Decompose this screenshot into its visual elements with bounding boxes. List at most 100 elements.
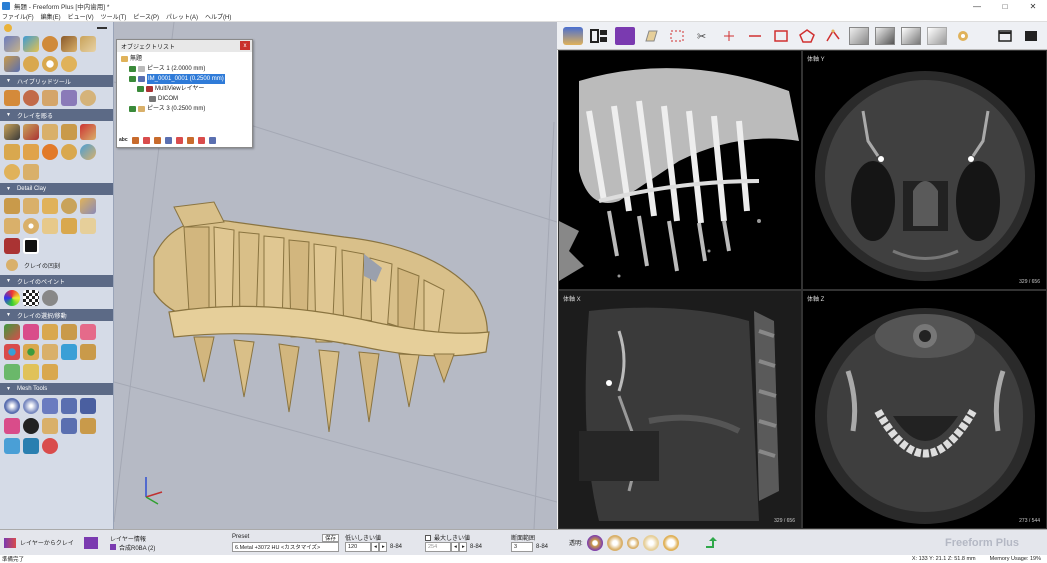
snap-tool-icon[interactable] xyxy=(23,364,39,380)
frame-tool-icon[interactable] xyxy=(23,238,39,254)
palette-minimize-icon[interactable] xyxy=(97,27,107,29)
mesh-cut-icon[interactable] xyxy=(80,418,96,434)
wave-tool-icon[interactable] xyxy=(4,36,20,52)
list-tool-icon[interactable] xyxy=(186,136,194,144)
grid-tool-icon[interactable] xyxy=(80,218,96,234)
checker-tool-icon[interactable] xyxy=(23,290,39,306)
ball-texture-icon[interactable] xyxy=(23,218,39,234)
sagittal-view-label[interactable]: 体軸 X xyxy=(563,294,581,303)
deflate-tool-icon[interactable] xyxy=(61,144,77,160)
close-button[interactable]: ✕ xyxy=(1019,0,1047,12)
axial-ct-view[interactable]: 体軸 Y 329 / 656 xyxy=(802,50,1047,290)
sphere-tool-icon[interactable] xyxy=(23,56,39,72)
knife-tool-icon[interactable] xyxy=(61,36,77,52)
window-view-icon[interactable] xyxy=(995,27,1015,45)
low-threshold-down-button[interactable]: ◂ xyxy=(371,542,379,552)
apply-button[interactable] xyxy=(697,536,727,550)
moon-tool-icon[interactable] xyxy=(61,198,77,214)
person-tool-icon[interactable] xyxy=(563,26,583,45)
coronal-ct-view[interactable]: 体軸 Z 273 / 544 xyxy=(802,290,1047,529)
preset-save-button[interactable]: 保存 xyxy=(321,533,339,542)
extrude-tool-icon[interactable] xyxy=(4,364,20,380)
export-layer-icon[interactable] xyxy=(927,26,947,45)
ring-tool-icon[interactable] xyxy=(42,56,58,72)
menu-view[interactable]: ビュー(V) xyxy=(68,12,94,21)
tree-item-piece3[interactable]: ピース 3 (0.2500 mm) xyxy=(121,104,248,114)
maximize-button[interactable]: □ xyxy=(991,0,1019,12)
polygon-icon[interactable] xyxy=(797,27,817,45)
cube-fill-icon[interactable] xyxy=(23,164,39,180)
lasso-tool-icon[interactable] xyxy=(23,324,39,340)
list-tool-icon[interactable] xyxy=(164,136,172,144)
mesh-paint-icon[interactable] xyxy=(4,418,20,434)
deform-tool-icon[interactable] xyxy=(80,344,96,360)
layer-stack-button[interactable] xyxy=(80,532,106,554)
layer-to-clay-button[interactable]: レイヤーからクレイ xyxy=(0,532,80,554)
hybrid-layer-icon[interactable] xyxy=(42,90,58,106)
fullscreen-icon[interactable] xyxy=(1021,27,1041,45)
transparency-mid-icon[interactable] xyxy=(626,536,639,549)
carve-tool-icon[interactable] xyxy=(4,124,20,140)
stamp-tool-icon[interactable] xyxy=(42,198,58,214)
mesh-boolean-icon[interactable] xyxy=(23,418,39,434)
detail-tool-icon[interactable] xyxy=(23,198,39,214)
mesh-decimate-icon[interactable] xyxy=(80,398,96,414)
tree-item-im0001[interactable]: IM_0001_0001 (0.2500 mm) xyxy=(121,74,248,84)
swirl-tool-icon[interactable] xyxy=(61,56,77,72)
brush-tool-icon[interactable] xyxy=(80,36,96,52)
hand-tool-icon[interactable] xyxy=(4,56,20,72)
section-mesh-tools[interactable]: ▼ Mesh Tools xyxy=(0,383,113,395)
mesh-smooth-icon[interactable] xyxy=(23,398,39,414)
raise-tool-icon[interactable] xyxy=(61,124,77,140)
mesh-text-icon[interactable] xyxy=(23,438,39,454)
rectangle-icon[interactable] xyxy=(771,27,791,45)
crosshair-icon[interactable] xyxy=(719,27,739,45)
clay-emboss-row[interactable]: クレイの凹刻 xyxy=(0,256,113,274)
select-tool-icon[interactable] xyxy=(4,324,20,340)
mesh-hand-icon[interactable] xyxy=(4,438,20,454)
paint-palette-icon[interactable] xyxy=(4,290,20,306)
smooth-tool-icon[interactable] xyxy=(4,144,20,160)
eye-icon[interactable] xyxy=(129,76,136,82)
brick-tool-icon[interactable] xyxy=(61,218,77,234)
abc-icon[interactable]: abc xyxy=(119,137,128,143)
section-carve-clay[interactable]: ▼ クレイを彫る xyxy=(0,109,113,121)
rect-select-icon[interactable] xyxy=(667,27,687,45)
high-threshold-input[interactable]: 254 xyxy=(425,542,451,552)
menu-tools[interactable]: ツール(T) xyxy=(101,12,127,21)
bulge-tool-icon[interactable] xyxy=(23,144,39,160)
sagittal-ct-view[interactable]: 体軸 X 329 / 656 xyxy=(558,290,802,529)
transparency-low-icon[interactable] xyxy=(642,534,659,551)
menu-palette[interactable]: パレット(A) xyxy=(166,12,198,21)
mesh-plane-icon[interactable] xyxy=(61,418,77,434)
menu-help[interactable]: ヘルプ(H) xyxy=(205,12,231,21)
globe-tool-icon[interactable] xyxy=(42,36,58,52)
emboss-tool-icon[interactable] xyxy=(4,198,20,214)
tree-root[interactable]: 無題 xyxy=(121,54,248,64)
slice-range-input[interactable]: 3 xyxy=(511,542,533,552)
section-detail-clay[interactable]: ▼ Detail Clay xyxy=(0,183,113,195)
low-threshold-up-button[interactable]: ▸ xyxy=(379,542,387,552)
eye-icon[interactable] xyxy=(129,106,136,112)
preset-select[interactable]: 6.Metal +3072 HU <カスタマイズ> xyxy=(232,541,339,552)
high-threshold-up-button[interactable]: ▸ xyxy=(459,542,467,552)
high-threshold-down-button[interactable]: ◂ xyxy=(451,542,459,552)
pattern-tool-icon[interactable] xyxy=(80,198,96,214)
align-tool-icon[interactable] xyxy=(42,364,58,380)
high-threshold-checkbox[interactable] xyxy=(425,534,431,541)
stack-layers-icon[interactable] xyxy=(615,26,635,45)
tree-item-piece1[interactable]: ピース 1 (2.0000 mm) xyxy=(121,64,248,74)
mound-tool-icon[interactable] xyxy=(42,124,58,140)
menu-piece[interactable]: ピース(P) xyxy=(133,12,159,21)
angle-tool-icon[interactable] xyxy=(823,27,843,45)
inflate-tool-icon[interactable] xyxy=(42,144,58,160)
menu-edit[interactable]: 編集(E) xyxy=(41,12,61,21)
paint-sphere-icon[interactable] xyxy=(42,290,58,306)
transform-tool-icon[interactable] xyxy=(61,344,77,360)
object-list-close-button[interactable]: x xyxy=(240,41,250,50)
dice-tool-icon[interactable] xyxy=(4,238,20,254)
settings-icon[interactable] xyxy=(953,27,973,45)
mesh-stop-icon[interactable] xyxy=(42,438,58,454)
hybrid-cube-icon[interactable] xyxy=(61,90,77,106)
list-tool-icon[interactable] xyxy=(131,136,139,144)
